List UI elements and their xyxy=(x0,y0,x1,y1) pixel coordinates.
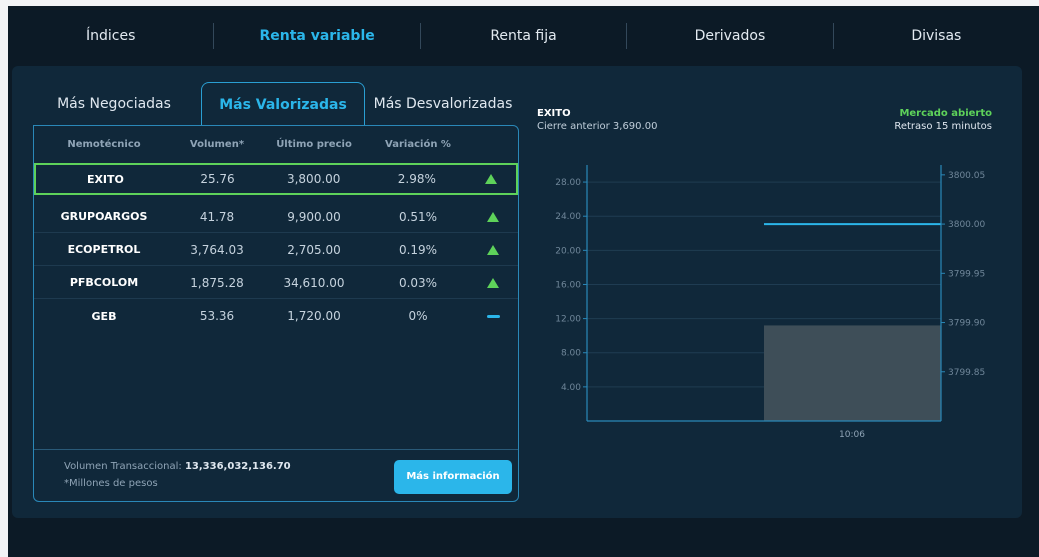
row-price: 3,800.00 xyxy=(286,172,341,186)
top-navigation: Índices Renta variable Renta fija Deriva… xyxy=(8,6,1039,66)
tab-mas-valorizadas[interactable]: Más Valorizadas xyxy=(201,82,365,126)
row-change: 0.03% xyxy=(398,275,438,290)
row-change: 2.98% xyxy=(397,172,436,186)
x-tick-label: 10:06 xyxy=(839,430,865,440)
row-change: 0% xyxy=(408,309,428,323)
header-volumen: Volumen* xyxy=(189,138,245,150)
row-volume: 41.78 xyxy=(199,209,235,224)
table-row[interactable]: ECOPETROL 3,764.03 2,705.00 0.19% xyxy=(34,234,518,266)
header-nemotecnico: Nemotécnico xyxy=(67,138,141,150)
left-tick-label: 4.00 xyxy=(561,383,581,393)
header-ultimo-precio: Último precio xyxy=(276,138,352,150)
more-info-button[interactable]: Más información xyxy=(394,460,512,494)
row-price: 34,610.00 xyxy=(283,275,345,290)
row-change: 0.51% xyxy=(398,209,438,224)
row-volume: 25.76 xyxy=(200,172,235,186)
row-volume: 53.36 xyxy=(199,309,235,323)
table-header: Nemotécnico Volumen* Último precio Varia… xyxy=(34,126,518,162)
nav-derivados[interactable]: Derivados xyxy=(627,6,832,66)
volume-bar xyxy=(764,325,941,421)
nav-indices[interactable]: Índices xyxy=(8,6,213,66)
row-volume: 3,764.03 xyxy=(190,242,244,257)
table-row[interactable]: EXITO 25.76 3,800.00 2.98% xyxy=(34,163,518,195)
table-row[interactable]: PFBCOLOM 1,875.28 34,610.00 0.03% xyxy=(34,267,518,299)
tab-mas-negociadas[interactable]: Más Negociadas xyxy=(30,82,198,126)
delay-note: Retraso 15 minutos xyxy=(894,121,992,132)
row-price: 2,705.00 xyxy=(287,242,341,257)
up-arrow-icon xyxy=(487,244,499,255)
left-tick-label: 16.00 xyxy=(555,280,581,290)
row-ticker: ECOPETROL xyxy=(67,243,141,256)
nav-renta-variable[interactable]: Renta variable xyxy=(214,6,419,66)
chart-header-left: EXITO Cierre anterior 3,690.00 xyxy=(537,108,657,132)
nav-divisas[interactable]: Divisas xyxy=(834,6,1039,66)
right-tick-label: 3799.95 xyxy=(948,269,985,279)
market-status: Mercado abierto xyxy=(899,108,992,119)
stocks-table: Nemotécnico Volumen* Último precio Varia… xyxy=(33,125,519,502)
nav-renta-fija[interactable]: Renta fija xyxy=(421,6,626,66)
chart-ticker: EXITO xyxy=(537,108,571,119)
left-tick-label: 28.00 xyxy=(555,178,581,188)
row-price: 9,900.00 xyxy=(287,209,341,224)
left-tick-label: 20.00 xyxy=(555,246,581,256)
up-arrow-icon xyxy=(485,174,498,184)
table-row[interactable]: GEB 53.36 1,720.00 0% xyxy=(34,300,518,332)
up-arrow-icon xyxy=(487,211,499,222)
price-volume-chart: 28.00 24.00 20.00 16.00 12.00 8.00 4.00 3800.05… xyxy=(555,165,985,440)
footer-divider xyxy=(34,449,518,450)
left-tick-label: 24.00 xyxy=(555,212,581,222)
up-arrow-icon xyxy=(487,277,499,288)
row-ticker: EXITO xyxy=(86,172,124,186)
flat-dash-icon xyxy=(486,314,500,318)
tab-mas-desvalorizadas[interactable]: Más Desvalorizadas xyxy=(368,82,518,126)
left-tick-label: 8.00 xyxy=(561,349,581,359)
row-change: 0.19% xyxy=(398,242,438,257)
volume-summary: Volumen Transaccional: 13,336,032,136.70 xyxy=(64,461,291,472)
right-tick-label: 3799.90 xyxy=(948,319,985,329)
chart-header-right: Mercado abierto Retraso 15 minutos xyxy=(894,108,992,132)
row-ticker: GEB xyxy=(91,309,117,323)
volume-label: Volumen Transaccional: xyxy=(64,461,182,472)
table-row[interactable]: GRUPOARGOS 41.78 9,900.00 0.51% xyxy=(34,201,518,233)
row-volume: 1,875.28 xyxy=(190,275,244,290)
right-tick-label: 3800.05 xyxy=(948,171,985,181)
right-tick-label: 3799.85 xyxy=(948,368,985,378)
volume-value: 13,336,032,136.70 xyxy=(184,461,291,472)
row-price: 1,720.00 xyxy=(287,309,341,323)
previous-close: Cierre anterior 3,690.00 xyxy=(537,121,658,132)
units-note: *Millones de pesos xyxy=(64,478,158,489)
row-ticker: PFBCOLOM xyxy=(69,276,139,289)
header-variacion: Variación % xyxy=(385,138,451,150)
left-tick-label: 12.00 xyxy=(555,315,581,325)
right-tick-label: 3800.00 xyxy=(948,220,985,230)
row-ticker: GRUPOARGOS xyxy=(60,210,148,223)
